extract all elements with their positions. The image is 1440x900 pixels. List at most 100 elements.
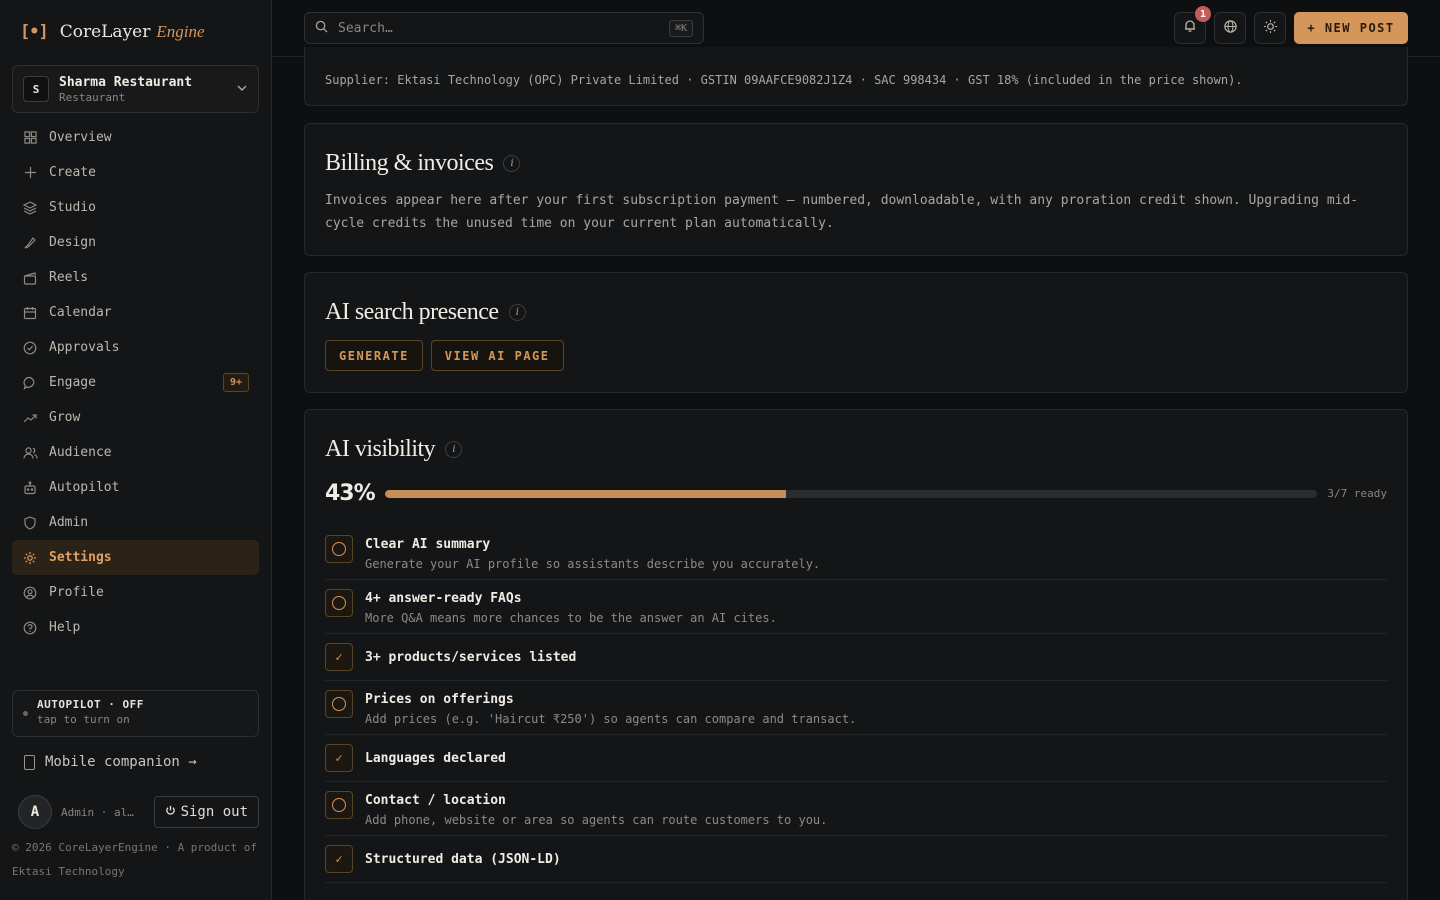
shortcut-hint: ⌘K — [668, 19, 693, 37]
checklist-item[interactable]: 4+ answer-ready FAQs More Q&A means more … — [325, 580, 1387, 634]
sidebar-item-label: Grow — [49, 410, 81, 425]
checklist-item-description: More Q&A means more chances to be the an… — [365, 611, 777, 625]
sidebar-item-engage[interactable]: Engage 9+ — [12, 365, 259, 400]
gear-icon — [22, 550, 38, 566]
search-placeholder: Search… — [338, 20, 393, 36]
visibility-progress-bar — [384, 489, 1318, 498]
checklist-item[interactable]: Contact / location Add phone, website or … — [325, 782, 1387, 836]
empty-circle-icon — [325, 690, 353, 718]
logo-icon: [•] — [20, 22, 49, 42]
billing-card: Billing & invoices i Invoices appear her… — [304, 123, 1408, 256]
checklist-item[interactable]: ✓ Languages declared — [325, 735, 1387, 782]
checklist-item-title: 4+ answer-ready FAQs — [365, 591, 522, 606]
sidebar-item-calendar[interactable]: Calendar — [12, 295, 259, 330]
theme-toggle-button[interactable] — [1254, 12, 1286, 44]
chat-icon — [22, 375, 38, 391]
sidebar-item-label: Create — [49, 165, 96, 180]
chevron-down-icon — [236, 82, 248, 97]
sidebar-item-label: Admin — [49, 515, 89, 530]
sidebar-item-design[interactable]: Design — [12, 225, 259, 260]
sidebar-item-help[interactable]: Help — [12, 610, 259, 645]
checklist-item-title: Prices on offerings — [365, 692, 514, 707]
help-icon — [22, 620, 38, 636]
billing-title: Billing & invoices — [325, 150, 494, 176]
layers-icon — [22, 200, 38, 216]
checklist-item[interactable]: Prices on offerings Add prices (e.g. 'Hai… — [325, 681, 1387, 735]
empty-circle-icon — [325, 535, 353, 563]
phone-icon — [24, 754, 35, 770]
checklist-item[interactable]: Clear AI summary Generate your AI profile… — [325, 526, 1387, 580]
sidebar: [•] CoreLayer Engine S Sharma Restaurant … — [0, 0, 272, 900]
sidebar-item-grow[interactable]: Grow — [12, 400, 259, 435]
empty-circle-icon — [325, 589, 353, 617]
sidebar-item-autopilot[interactable]: Autopilot — [12, 470, 259, 505]
sidebar-item-label: Studio — [49, 200, 96, 215]
checkmark-icon: ✓ — [325, 643, 353, 671]
sidebar-item-admin[interactable]: Admin — [12, 505, 259, 540]
robot-icon — [22, 480, 38, 496]
checklist-item-title: Structured data (JSON-LD) — [365, 851, 561, 867]
sign-out-button[interactable]: Sign out — [153, 796, 259, 828]
checklist-item[interactable]: ✓ 3+ products/services listed — [325, 634, 1387, 681]
supplier-card: Supplier: Ektasi Technology (OPC) Privat… — [304, 47, 1408, 106]
info-icon[interactable]: i — [503, 155, 521, 172]
ai-visibility-title: AI visibility — [325, 436, 436, 462]
sidebar-item-label: Audience — [49, 445, 112, 460]
workspace-name: Sharma Restaurant — [59, 74, 193, 90]
visibility-checklist: Clear AI summary Generate your AI profile… — [325, 526, 1387, 883]
empty-circle-icon — [325, 791, 353, 819]
workspace-type: Restaurant — [59, 90, 126, 104]
notifications-button[interactable]: 1 — [1174, 6, 1211, 44]
progress-fill — [384, 489, 786, 498]
power-icon — [165, 804, 176, 820]
info-icon[interactable]: i — [508, 304, 526, 321]
sidebar-item-settings[interactable]: Settings — [12, 540, 259, 575]
checkmark-icon: ✓ — [325, 845, 353, 873]
sidebar-item-label: Autopilot — [49, 480, 120, 495]
avatar[interactable]: A — [18, 795, 52, 829]
palette-icon — [22, 235, 38, 251]
sidebar-nav: Overview Create Studio Design Reels Calendar A… — [12, 120, 259, 645]
sign-out-label: Sign out — [180, 804, 248, 820]
sidebar-item-reels[interactable]: Reels — [12, 260, 259, 295]
sidebar-item-label: Help — [49, 620, 81, 635]
new-post-button[interactable]: + NEW POST — [1294, 12, 1408, 44]
mobile-companion-label: Mobile companion → — [45, 754, 197, 770]
ai-search-title: AI search presence — [325, 299, 499, 325]
search-input[interactable]: Search… ⌘K — [304, 12, 704, 44]
notification-count-badge: 1 — [1195, 6, 1211, 22]
sidebar-item-audience[interactable]: Audience — [12, 435, 259, 470]
workspace-switcher[interactable]: S Sharma Restaurant Restaurant — [12, 65, 259, 113]
autopilot-toggle[interactable]: AUTOPILOT · OFF tap to turn on — [12, 690, 259, 737]
sidebar-item-create[interactable]: Create — [12, 155, 259, 190]
sidebar-item-label: Approvals — [49, 340, 120, 355]
sidebar-item-overview[interactable]: Overview — [12, 120, 259, 155]
check-circle-icon — [22, 340, 38, 356]
language-button[interactable] — [1214, 12, 1246, 44]
view-ai-page-button[interactable]: VIEW AI PAGE — [430, 340, 564, 371]
generate-button[interactable]: GENERATE — [325, 340, 423, 371]
sidebar-item-profile[interactable]: Profile — [12, 575, 259, 610]
checklist-item-description: Add phone, website or area so agents can… — [365, 813, 828, 827]
ready-count: 3/7 ready — [1327, 487, 1387, 500]
checklist-item-title: Contact / location — [365, 793, 506, 808]
checklist-item-description: Add prices (e.g. 'Haircut ₹250') so agen… — [365, 712, 857, 726]
shield-icon — [22, 515, 38, 531]
checklist-item[interactable]: ✓ Structured data (JSON-LD) — [325, 836, 1387, 883]
sidebar-item-label: Calendar — [49, 305, 112, 320]
info-icon[interactable]: i — [445, 441, 463, 458]
clapper-icon — [22, 270, 38, 286]
checklist-item-title: Clear AI summary — [365, 537, 491, 552]
sidebar-item-approvals[interactable]: Approvals — [12, 330, 259, 365]
plus-icon — [22, 165, 38, 181]
mobile-companion-link[interactable]: Mobile companion → — [24, 754, 197, 770]
bell-icon — [1183, 19, 1197, 37]
checklist-item-title: Languages declared — [365, 750, 506, 766]
search-icon — [315, 20, 328, 37]
sidebar-item-label: Engage — [49, 375, 96, 390]
sidebar-item-studio[interactable]: Studio — [12, 190, 259, 225]
count-badge: 9+ — [222, 373, 249, 392]
sidebar-item-label: Overview — [49, 130, 112, 145]
brand-suffix: Engine — [156, 22, 205, 41]
brand[interactable]: [•] CoreLayer Engine — [12, 0, 259, 64]
